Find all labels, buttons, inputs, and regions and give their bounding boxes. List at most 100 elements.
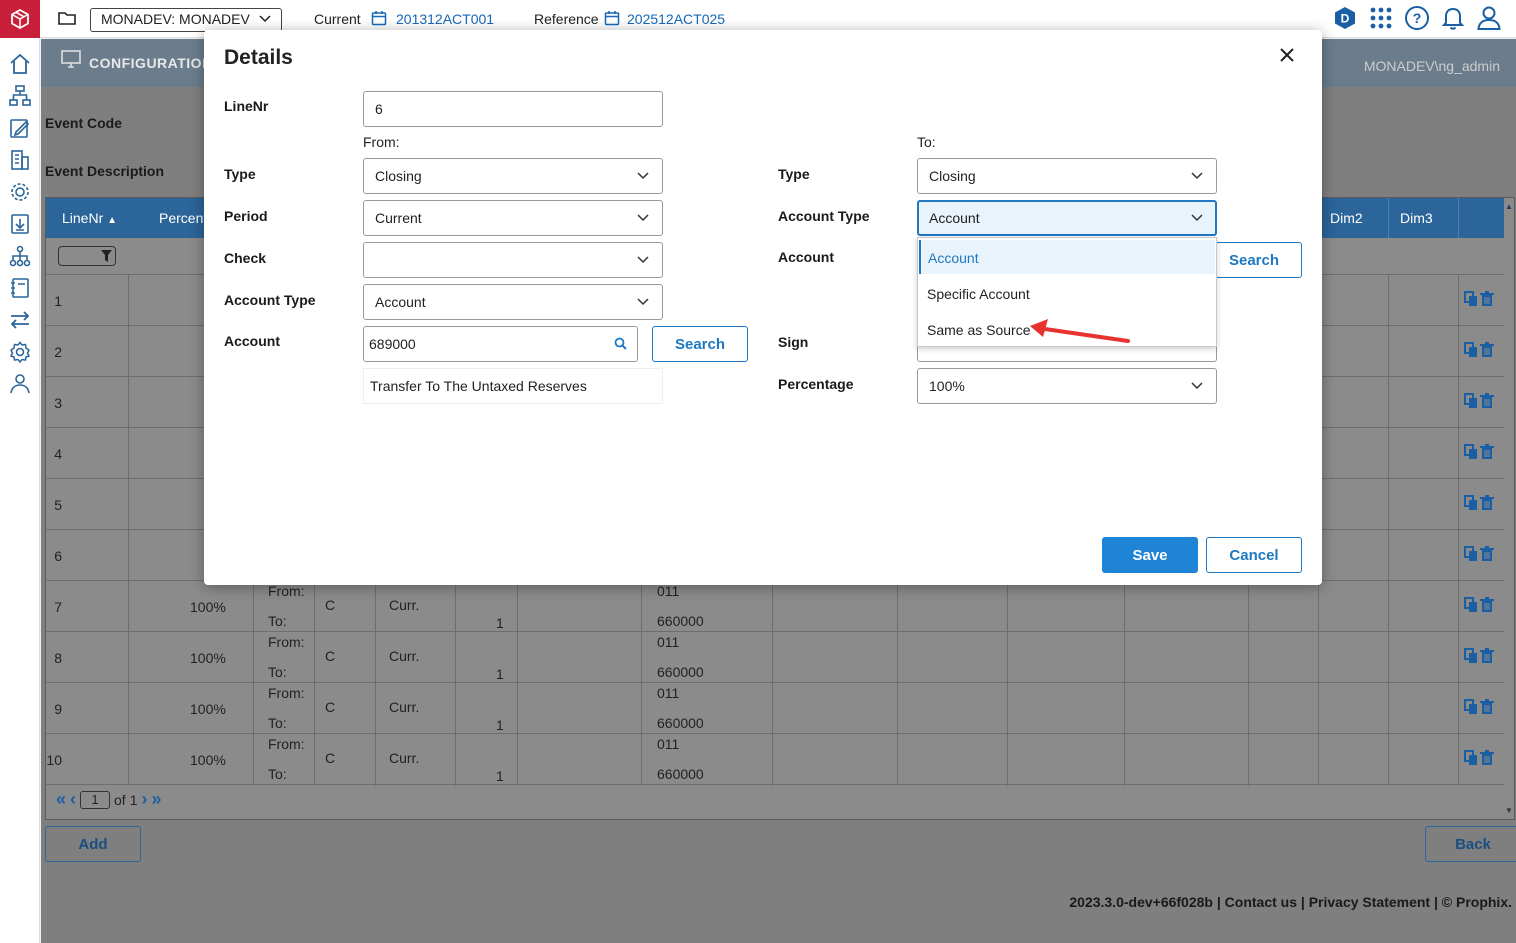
copy-icon[interactable] xyxy=(1464,648,1478,664)
calendar-icon[interactable] xyxy=(371,10,387,26)
calendar-icon[interactable] xyxy=(604,10,620,26)
trash-icon[interactable] xyxy=(1480,291,1494,307)
page-total: 1 xyxy=(129,791,138,808)
edit-report-icon[interactable] xyxy=(8,116,32,140)
trash-icon[interactable] xyxy=(1480,495,1494,511)
cancel-button[interactable]: Cancel xyxy=(1206,537,1302,573)
from-check-label: Check xyxy=(224,250,267,266)
linenr-input[interactable]: 6 xyxy=(363,91,663,127)
to-account-type-label: Account Type xyxy=(778,208,870,224)
user-icon[interactable] xyxy=(1476,5,1502,31)
column-header-dim3[interactable]: Dim3 xyxy=(1400,210,1433,226)
hierarchy-icon[interactable] xyxy=(8,84,32,108)
app-logo[interactable] xyxy=(0,0,40,38)
copy-icon[interactable] xyxy=(1464,699,1478,715)
from-account-input[interactable]: 689000 xyxy=(363,326,638,362)
row-from-label: From: xyxy=(268,685,305,701)
table-row[interactable]: 8 100% From: To: C Curr. 1 011 660000 xyxy=(46,632,1506,683)
org-tree-icon[interactable] xyxy=(8,244,32,268)
from-account-type-value: Account xyxy=(375,294,426,310)
trash-icon[interactable] xyxy=(1480,597,1494,613)
column-header-linenr[interactable]: LineNr ▲ xyxy=(62,210,117,226)
to-account-type-select[interactable]: Account xyxy=(917,200,1217,236)
current-user: MONADEV\ng_admin xyxy=(1363,58,1500,74)
option-account[interactable]: Account xyxy=(919,240,1215,274)
page-number-input[interactable]: 1 xyxy=(80,790,111,809)
copy-icon[interactable] xyxy=(1464,546,1478,562)
linenr-filter[interactable] xyxy=(58,246,116,266)
copy-icon[interactable] xyxy=(1464,393,1478,409)
last-page-icon[interactable]: » xyxy=(152,789,162,810)
search-icon[interactable] xyxy=(614,337,627,350)
copy-icon[interactable] xyxy=(1464,750,1478,766)
copy-icon[interactable] xyxy=(1464,495,1478,511)
row-period: Curr. xyxy=(389,699,420,715)
trash-icon[interactable] xyxy=(1480,648,1494,664)
trash-icon[interactable] xyxy=(1480,546,1494,562)
trash-icon[interactable] xyxy=(1480,393,1494,409)
add-button[interactable]: Add xyxy=(45,826,141,862)
to-type-select[interactable]: Closing xyxy=(917,158,1217,194)
row-account-to: 660000 xyxy=(657,715,704,731)
save-button[interactable]: Save xyxy=(1102,537,1198,573)
back-button[interactable]: Back xyxy=(1425,826,1516,862)
to-account-search-button[interactable]: Search xyxy=(1206,242,1302,278)
download-icon[interactable] xyxy=(8,212,32,236)
table-row[interactable]: 7 100% From: To: C Curr. 1 011 660000 xyxy=(46,581,1506,632)
from-account-type-select[interactable]: Account xyxy=(363,284,663,320)
table-row[interactable]: 10 100% From: To: C Curr. 1 011 660000 xyxy=(46,734,1506,785)
row-sign: C xyxy=(325,750,336,766)
trash-icon[interactable] xyxy=(1480,342,1494,358)
building-icon[interactable] xyxy=(8,148,32,172)
chevron-down-icon xyxy=(637,256,649,264)
row-to-label: To: xyxy=(268,613,287,629)
current-period-link[interactable]: 201312ACT001 xyxy=(396,11,494,27)
bell-icon[interactable] xyxy=(1440,5,1466,31)
from-period-value: Current xyxy=(375,210,422,226)
row-percent: 100% xyxy=(190,650,226,666)
close-icon[interactable] xyxy=(1278,46,1296,64)
table-row[interactable]: 9 100% From: To: C Curr. 1 011 660000 xyxy=(46,683,1506,734)
apps-grid-icon[interactable] xyxy=(1368,5,1394,31)
row-to-label: To: xyxy=(268,664,287,680)
row-check: 1 xyxy=(496,666,504,682)
copy-icon[interactable] xyxy=(1464,597,1478,613)
row-linenr: 3 xyxy=(54,395,62,411)
row-account-to: 660000 xyxy=(657,766,704,782)
option-specific-account[interactable]: Specific Account xyxy=(919,276,1215,310)
transfer-icon[interactable] xyxy=(8,308,32,332)
help-icon[interactable]: ? xyxy=(1404,5,1430,31)
prev-page-icon[interactable]: ‹ xyxy=(70,789,76,810)
from-period-select[interactable]: Current xyxy=(363,200,663,236)
folder-icon[interactable] xyxy=(58,10,76,26)
from-type-select[interactable]: Closing xyxy=(363,158,663,194)
environment-select[interactable]: MONADEV: MONADEV xyxy=(90,8,282,32)
event-description-label: Event Description xyxy=(45,163,165,179)
d-badge-icon[interactable]: D xyxy=(1332,5,1358,31)
grid-scrollbar[interactable]: ▲ ▼ xyxy=(1504,198,1514,819)
reference-period-link[interactable]: 202512ACT025 xyxy=(627,11,725,27)
first-page-icon[interactable]: « xyxy=(56,789,66,810)
from-account-search-button[interactable]: Search xyxy=(652,326,748,362)
trash-icon[interactable] xyxy=(1480,444,1494,460)
home-icon[interactable] xyxy=(8,52,32,76)
row-check: 1 xyxy=(496,615,504,631)
trash-icon[interactable] xyxy=(1480,750,1494,766)
linenr-label: LineNr xyxy=(224,98,269,114)
to-percentage-value: 100% xyxy=(929,378,965,394)
from-check-select[interactable] xyxy=(363,242,663,278)
annotation-arrow-icon xyxy=(1030,319,1130,343)
column-header-dim2[interactable]: Dim2 xyxy=(1330,210,1363,226)
users-icon[interactable] xyxy=(8,372,32,396)
svg-text:D: D xyxy=(1341,12,1350,26)
settings-gear-icon[interactable] xyxy=(8,180,32,204)
copy-icon[interactable] xyxy=(1464,444,1478,460)
column-header-percent[interactable]: Percent xyxy=(159,210,207,226)
row-linenr: 6 xyxy=(54,548,62,564)
chevron-down-icon xyxy=(637,298,649,306)
copy-icon[interactable] xyxy=(1464,291,1478,307)
copy-icon[interactable] xyxy=(1464,342,1478,358)
trash-icon[interactable] xyxy=(1480,699,1494,715)
next-page-icon[interactable]: › xyxy=(142,789,148,810)
to-percentage-select[interactable]: 100% xyxy=(917,368,1217,404)
